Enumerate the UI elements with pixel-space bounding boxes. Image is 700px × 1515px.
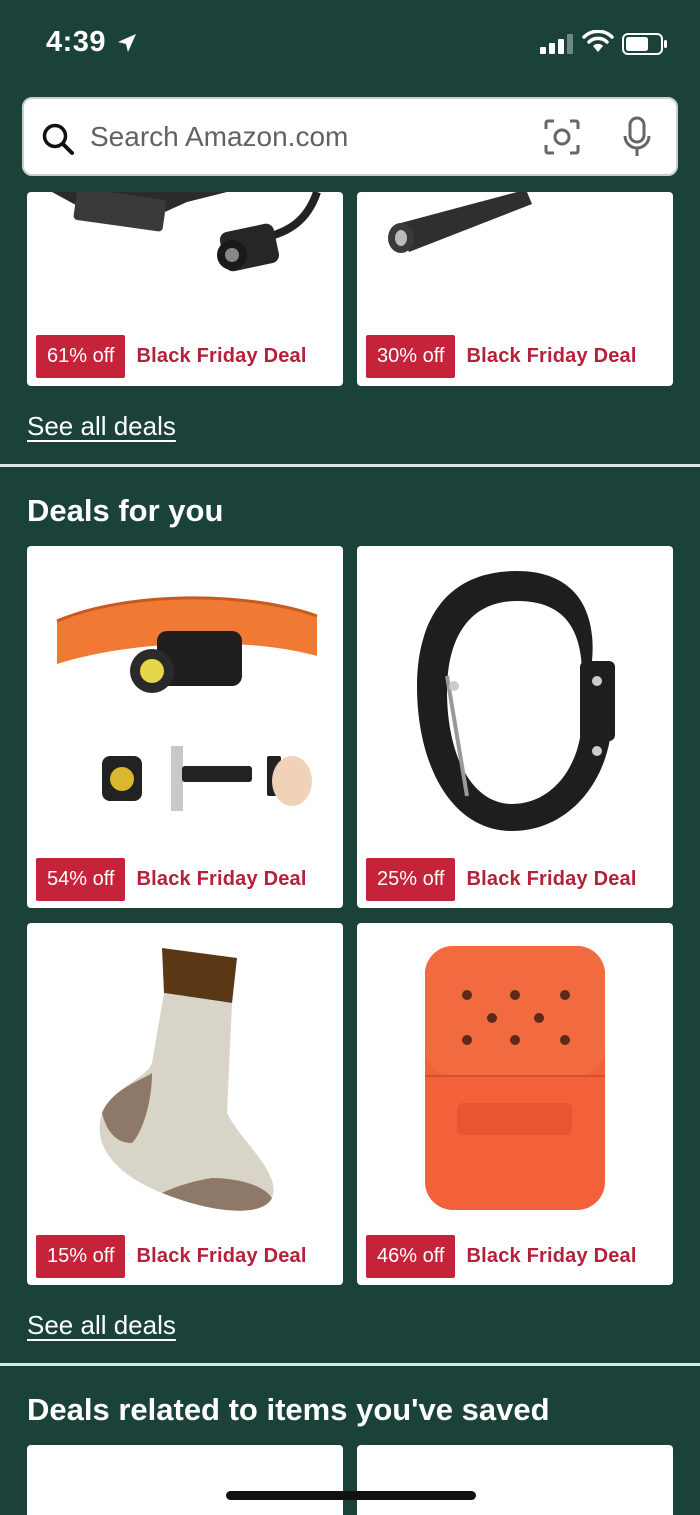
discount-badge: 15% off (36, 1235, 126, 1278)
cellular-signal-icon (540, 34, 573, 54)
deal-card[interactable]: 61% off Black Friday Deal (27, 192, 343, 386)
location-arrow-icon (118, 34, 136, 52)
deal-card[interactable] (27, 1445, 343, 1515)
section-divider (0, 464, 700, 467)
wifi-icon (582, 30, 614, 52)
flashlight-gooseneck-image (52, 192, 321, 272)
deal-label: Black Friday Deal (136, 868, 307, 890)
see-all-deals-link[interactable]: See all deals (27, 411, 176, 442)
discount-badge: 54% off (36, 858, 126, 901)
discount-badge: 46% off (366, 1235, 456, 1278)
see-all-deals-link[interactable]: See all deals (27, 1310, 176, 1341)
section-title: Deals related to items you've saved (27, 1392, 550, 1427)
battery-icon (622, 33, 667, 55)
deal-label: Black Friday Deal (466, 868, 637, 890)
penlight-image (388, 192, 532, 253)
search-icon[interactable] (40, 121, 76, 157)
wool-sock-image (99, 948, 274, 1211)
camera-scan-icon[interactable] (542, 117, 582, 157)
section-title: Deals for you (27, 493, 224, 528)
heroclip-carabiner-image (417, 571, 615, 831)
home-indicator (226, 1491, 476, 1500)
deal-label: Black Friday Deal (466, 1245, 637, 1267)
section-divider (0, 1363, 700, 1366)
deal-label: Black Friday Deal (136, 345, 307, 367)
zippo-hand-warmer-image (425, 946, 605, 1210)
deal-card[interactable] (357, 1445, 673, 1515)
discount-badge: 25% off (366, 858, 456, 901)
deal-card[interactable]: 46% off Black Friday Deal (357, 923, 673, 1285)
search-bar[interactable] (22, 97, 678, 176)
deal-card[interactable]: 54% off Black Friday Deal (27, 546, 343, 908)
discount-badge: 30% off (366, 335, 456, 378)
headlamp-image (56, 596, 318, 811)
status-bar: 4:39 (0, 0, 700, 90)
search-input[interactable] (90, 113, 510, 161)
discount-badge: 61% off (36, 335, 126, 378)
status-time: 4:39 (46, 26, 107, 58)
deal-card[interactable]: 30% off Black Friday Deal (357, 192, 673, 386)
deal-label: Black Friday Deal (466, 345, 637, 367)
deal-card[interactable]: 25% off Black Friday Deal (357, 546, 673, 908)
deal-card[interactable]: 15% off Black Friday Deal (27, 923, 343, 1285)
microphone-icon[interactable] (622, 116, 652, 158)
deal-label: Black Friday Deal (136, 1245, 307, 1267)
